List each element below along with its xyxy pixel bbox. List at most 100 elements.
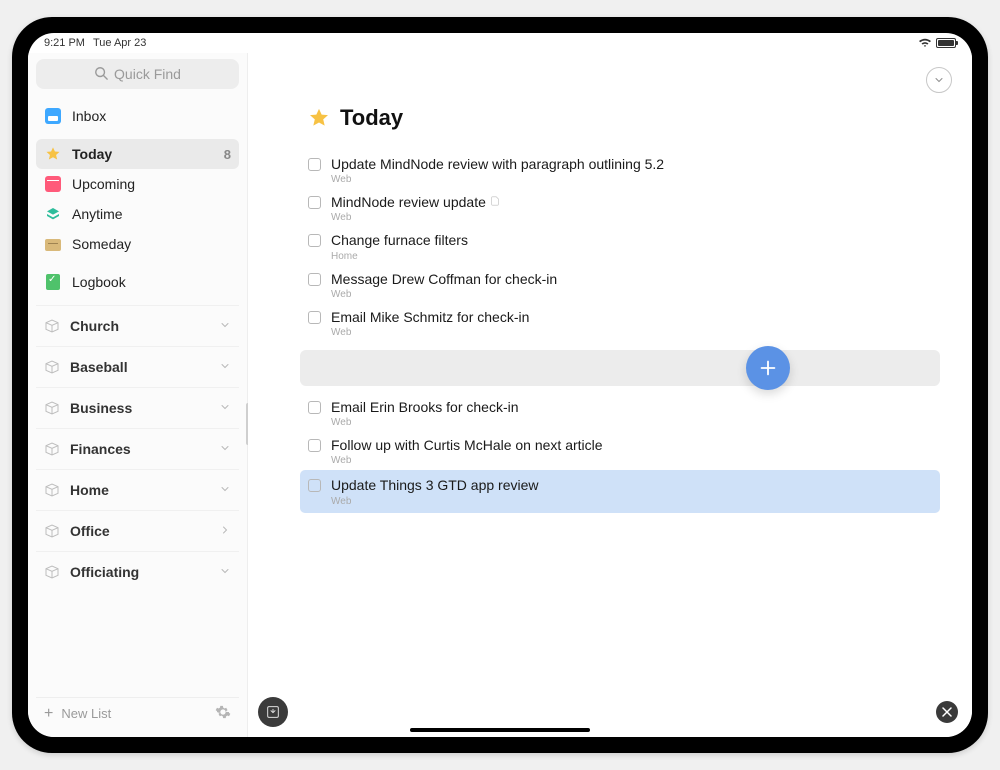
task-row[interactable]: Follow up with Curtis McHale on next art… [308, 432, 932, 470]
task-checkbox[interactable] [308, 273, 321, 286]
task-title: Change furnace filters [331, 231, 932, 249]
search-icon [94, 66, 108, 83]
page-title: Today [340, 105, 403, 131]
home-indicator[interactable] [410, 728, 590, 732]
new-list-label[interactable]: New List [61, 706, 111, 721]
area-label: Home [70, 482, 109, 498]
sidebar: Quick Find Inbox Today 8 [28, 53, 248, 737]
layers-icon [44, 205, 62, 223]
task-title: Follow up with Curtis McHale on next art… [331, 436, 932, 454]
logbook-icon [44, 273, 62, 291]
task-title: Message Drew Coffman for check-in [331, 270, 932, 288]
sidebar-item-anytime[interactable]: Anytime [36, 199, 239, 229]
inbox-icon [44, 107, 62, 125]
task-tag: Web [331, 174, 932, 185]
task-title: MindNode review update [331, 193, 932, 211]
attachment-icon [490, 194, 500, 210]
sidebar-item-upcoming[interactable]: Upcoming [36, 169, 239, 199]
task-checkbox[interactable] [308, 196, 321, 209]
task-row[interactable]: Message Drew Coffman for check-inWeb [308, 266, 932, 304]
sidebar-item-someday[interactable]: Someday [36, 229, 239, 259]
task-row[interactable]: Email Mike Schmitz for check-inWeb [308, 304, 932, 342]
task-tag: Web [331, 455, 932, 466]
battery-icon [936, 38, 956, 48]
area-label: Church [70, 318, 119, 334]
drop-zone[interactable] [300, 350, 940, 386]
star-icon [308, 107, 330, 129]
sidebar-area-finances[interactable]: Finances [36, 428, 239, 469]
task-checkbox[interactable] [308, 439, 321, 452]
task-row[interactable]: Update Things 3 GTD app review Web [300, 470, 940, 512]
sidebar-scroll[interactable]: Inbox Today 8 Upcoming [36, 101, 239, 697]
sidebar-area-business[interactable]: Business [36, 387, 239, 428]
area-box-icon [44, 359, 60, 375]
area-box-icon [44, 441, 60, 457]
area-label: Officiating [70, 564, 139, 580]
status-bar: 9:21 PM Tue Apr 23 [28, 33, 972, 53]
task-checkbox[interactable] [308, 234, 321, 247]
area-box-icon [44, 482, 60, 498]
area-box-icon [44, 318, 60, 334]
status-date: Tue Apr 23 [93, 37, 146, 49]
sidebar-item-inbox[interactable]: Inbox [36, 101, 239, 131]
sidebar-item-label: Inbox [72, 108, 106, 124]
sidebar-area-church[interactable]: Church [36, 305, 239, 346]
chevron-down-icon [219, 482, 231, 498]
plus-icon[interactable]: + [44, 705, 53, 723]
task-list: Update MindNode review with paragraph ou… [248, 151, 972, 513]
app: Quick Find Inbox Today 8 [28, 53, 972, 737]
area-label: Finances [70, 441, 131, 457]
chevron-down-icon [219, 564, 231, 580]
task-tag: Web [331, 417, 932, 428]
quick-find-label: Quick Find [114, 66, 181, 82]
task-tag: Web [331, 289, 932, 300]
quick-find[interactable]: Quick Find [36, 59, 239, 89]
sidebar-area-office[interactable]: Office [36, 510, 239, 551]
task-checkbox[interactable] [308, 479, 321, 492]
chevron-down-icon [219, 359, 231, 375]
task-tag: Home [331, 251, 932, 262]
sidebar-item-label: Someday [72, 236, 131, 252]
task-title: Email Mike Schmitz for check-in [331, 308, 932, 326]
new-task-drag-bubble[interactable] [746, 346, 790, 390]
sidebar-area-home[interactable]: Home [36, 469, 239, 510]
area-box-icon [44, 400, 60, 416]
task-tag: Web [331, 212, 932, 223]
task-checkbox[interactable] [308, 311, 321, 324]
sidebar-item-today[interactable]: Today 8 [36, 139, 239, 169]
task-checkbox[interactable] [308, 158, 321, 171]
task-row[interactable]: Email Erin Brooks for check-inWeb [308, 394, 932, 432]
task-title: Update MindNode review with paragraph ou… [331, 155, 932, 173]
sidebar-item-label: Today [72, 146, 112, 162]
sidebar-item-label: Logbook [72, 274, 126, 290]
sidebar-item-label: Upcoming [72, 176, 135, 192]
gear-icon[interactable] [215, 704, 231, 723]
chevron-down-icon [219, 318, 231, 334]
chevron-down-icon [219, 400, 231, 416]
chevron-right-icon [219, 523, 231, 539]
task-tag: Web [331, 496, 932, 507]
task-row[interactable]: Update MindNode review with paragraph ou… [308, 151, 932, 189]
sidebar-area-officiating[interactable]: Officiating [36, 551, 239, 592]
title-row: Today [248, 93, 972, 151]
collapse-button[interactable] [926, 67, 952, 93]
task-row[interactable]: Change furnace filters Home [308, 227, 932, 265]
sidebar-footer: + New List [36, 697, 239, 729]
area-label: Baseball [70, 359, 128, 375]
star-icon [44, 145, 62, 163]
task-title: Update Things 3 GTD app review [331, 476, 932, 494]
task-checkbox[interactable] [308, 401, 321, 414]
wifi-icon [918, 38, 932, 48]
status-time: 9:21 PM [44, 37, 85, 49]
screen: 9:21 PM Tue Apr 23 Quick Find [28, 33, 972, 737]
close-button[interactable] [936, 701, 958, 723]
task-tag: Web [331, 327, 932, 338]
task-row[interactable]: MindNode review updateWeb [308, 189, 932, 227]
sidebar-area-baseball[interactable]: Baseball [36, 346, 239, 387]
calendar-icon [44, 175, 62, 193]
area-box-icon [44, 523, 60, 539]
multiselect-drop-button[interactable] [258, 697, 288, 727]
sidebar-item-logbook[interactable]: Logbook [36, 267, 239, 297]
task-title: Email Erin Brooks for check-in [331, 398, 932, 416]
main-panel: Today Update MindNode review with paragr… [248, 53, 972, 737]
